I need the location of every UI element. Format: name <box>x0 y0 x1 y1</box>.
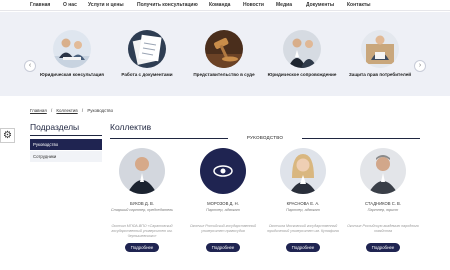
team-member-card: КРАСНОВА Е. А. Партнер, адвокат Окончила… <box>263 148 343 252</box>
member-description: Окончила Московский государственный юрид… <box>267 224 339 233</box>
service-image-consumer <box>361 30 399 68</box>
nav-contacts[interactable]: Контакты <box>347 2 371 8</box>
member-photo <box>119 148 165 194</box>
details-button[interactable]: Подробнее <box>286 243 320 252</box>
member-description: Окончил Российский государственный униве… <box>189 224 257 233</box>
service-card-documents[interactable]: Работа с документами <box>107 30 187 78</box>
member-position: Старший партнер, председатель <box>110 208 174 212</box>
section-divider-right <box>302 138 420 139</box>
nav-team[interactable]: Команда <box>209 2 230 8</box>
nav-documents[interactable]: Документы <box>306 2 334 8</box>
details-button[interactable]: Подробнее <box>125 243 159 252</box>
service-image-court <box>205 30 243 68</box>
sidebar-title: Подразделы <box>30 122 80 132</box>
member-photo <box>360 148 406 194</box>
service-image-documents <box>128 30 166 68</box>
service-card-support[interactable]: Юридическое сопровождение <box>262 30 342 78</box>
service-label-consultation: Юридическая консультация <box>40 72 104 77</box>
member-photo <box>200 148 246 194</box>
details-button[interactable]: Подробнее <box>206 243 240 252</box>
section-header: РУКОВОДСТВО <box>110 135 420 143</box>
service-label-documents: Работа с документами <box>121 72 173 77</box>
breadcrumb-team[interactable]: Коллектив <box>56 108 77 113</box>
service-card-consultation[interactable]: Юридическая консультация <box>32 30 112 78</box>
nav-news[interactable]: Новости <box>243 2 264 8</box>
page-title: Коллектив <box>110 122 152 132</box>
nav-home[interactable]: Главная <box>30 2 50 8</box>
member-name: БУКОВ Д. В. <box>129 201 155 206</box>
breadcrumb-home[interactable]: Главная <box>30 108 47 113</box>
service-image-consultation <box>53 30 91 68</box>
breadcrumb-separator: / <box>81 108 84 113</box>
member-photo <box>280 148 326 194</box>
member-position: Партнер, адвокат <box>286 208 320 212</box>
service-card-court[interactable]: Представительство в суде <box>184 30 264 78</box>
service-image-support <box>283 30 321 68</box>
nav-media[interactable]: Медиа <box>276 2 292 8</box>
breadcrumb: Главная / Коллектив / Руководство <box>30 108 116 113</box>
member-name: МОРОЗОВ Д. Н. <box>207 201 239 206</box>
service-label-consumer: Защита прав потребителей <box>348 72 412 77</box>
team-member-card: СТАДНИКОВ С. В. Партнер, юрист Окончил Р… <box>343 148 423 252</box>
member-name: КРАСНОВА Е. А. <box>286 201 320 206</box>
team-member-card: МОРОЗОВ Д. Н. Партнер, адвокат Окончил Р… <box>183 148 263 252</box>
sidebar-item-staff[interactable]: Сотрудники <box>30 151 102 162</box>
chevron-left-icon: ‹ <box>28 62 32 69</box>
sidebar-divider <box>30 135 102 136</box>
nav-services[interactable]: Услуги и цены <box>88 2 124 8</box>
member-description: Окончил МГЮА-ВПО «Саратовский государств… <box>111 224 173 238</box>
nav-about[interactable]: О нас <box>63 2 77 8</box>
member-name: СТАДНИКОВ С. В. <box>364 201 402 206</box>
breadcrumb-separator: / <box>50 108 53 113</box>
top-navigation: Главная О нас Услуги и цены Получить кон… <box>0 0 450 11</box>
team-member-card: БУКОВ Д. В. Старший партнер, председател… <box>102 148 182 252</box>
nav-consultation[interactable]: Получить консультацию <box>137 2 198 8</box>
sidebar-item-leadership[interactable]: Руководство <box>30 139 102 150</box>
member-position: Партнер, адвокат <box>206 208 240 212</box>
member-description: Окончил Российскую академию народного хо… <box>347 224 419 233</box>
services-carousel: ‹ › Юридическая консультация Работа с до… <box>0 12 450 96</box>
breadcrumb-current: Руководство <box>87 108 114 113</box>
service-label-court: Представительство в суде <box>193 72 255 77</box>
settings-button[interactable]: ⚙ <box>0 128 15 143</box>
service-label-support: Юридическое сопровождение <box>267 72 337 77</box>
gear-icon: ⚙ <box>3 130 12 141</box>
details-button[interactable]: Подробнее <box>366 243 400 252</box>
service-card-consumer[interactable]: Защита прав потребителей <box>340 30 420 78</box>
member-position: Партнер, юрист <box>367 208 399 212</box>
